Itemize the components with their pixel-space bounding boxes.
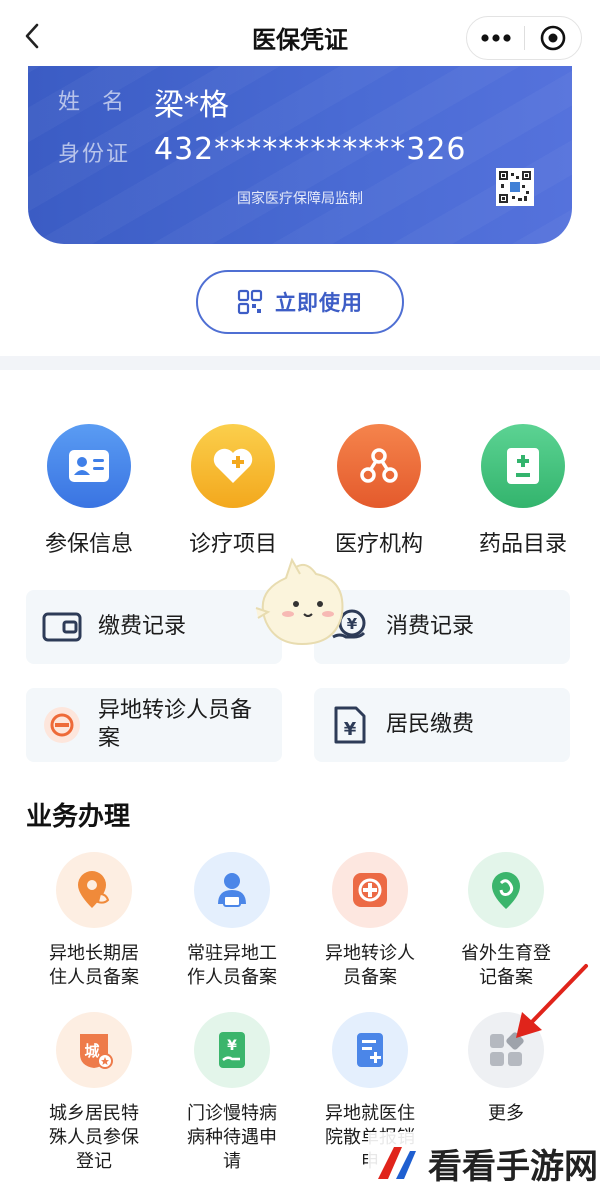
svg-text:城: 城 <box>84 1042 99 1060</box>
svg-text:¥: ¥ <box>344 719 357 740</box>
service-long-term-residence[interactable]: 异地长期居 住人员备案 <box>26 852 162 990</box>
annotation-arrow-icon <box>516 964 588 1038</box>
qr-scan-icon <box>237 289 263 315</box>
plus-minus-icon <box>481 424 565 508</box>
insurance-card: 姓名 梁*格 身份证 432************326 国家医疗保障局监制 <box>28 66 572 244</box>
section-divider <box>0 356 600 370</box>
service-label-line2: 住人员备案 <box>49 967 139 988</box>
service-label-line1: 异地转诊人 <box>325 943 415 964</box>
card-footnote: 国家医疗保障局监制 <box>237 191 363 207</box>
service-special-enrollment[interactable]: 城 城乡居民特 殊人员参保 登记 <box>26 1012 162 1174</box>
tile-payment-records[interactable]: 缴费记录 <box>26 590 282 664</box>
id-card-icon <box>47 424 131 508</box>
section-title: 业务办理 <box>26 802 131 832</box>
tile-label-line1: 异地转诊人员备 <box>98 698 253 723</box>
network-icon <box>337 424 421 508</box>
wallet-icon <box>40 605 84 649</box>
yuan-doc-icon: ¥ <box>328 703 372 747</box>
main-item-insurance-info[interactable]: 参保信息 <box>14 420 164 558</box>
service-label-line3: 请 <box>223 1151 241 1172</box>
name-value: 梁*格 <box>154 88 229 123</box>
watermark: 看看手游网 <box>368 1132 600 1194</box>
main-item-drug-catalog[interactable]: 药品目录 <box>448 420 598 558</box>
target-icon <box>540 25 566 51</box>
main-label: 参保信息 <box>44 532 133 557</box>
more-button[interactable] <box>467 17 524 59</box>
service-label-line2: 病种待遇申 <box>187 1127 277 1148</box>
tile-label: 消费记录 <box>386 614 475 639</box>
main-label: 药品目录 <box>478 532 567 557</box>
id-label: 身份证 <box>58 142 131 167</box>
svg-text:¥: ¥ <box>227 1038 237 1054</box>
service-label-line1: 城乡居民特 <box>49 1103 139 1124</box>
transfer-icon <box>40 703 84 747</box>
main-functions: 参保信息 诊疗项目 医疗机构 药品目录 <box>0 420 600 560</box>
city-badge-icon: 城 <box>56 1012 132 1088</box>
id-value: 432************326 <box>154 132 467 167</box>
close-button[interactable] <box>525 17 581 59</box>
service-chronic-disease[interactable]: ¥ 门诊慢特病 病种待遇申 请 <box>164 1012 300 1174</box>
service-label-line1: 异地就医住 <box>325 1103 415 1124</box>
baby-pin-icon <box>468 852 544 928</box>
qr-code-icon[interactable] <box>496 168 534 206</box>
medical-cross-icon <box>332 852 408 928</box>
tile-label: 异地转诊人员备 案 <box>98 697 252 753</box>
main-item-institutions[interactable]: 医疗机构 <box>304 420 454 558</box>
service-label-line1: 常驻异地工 <box>187 943 277 964</box>
mascot-icon <box>255 557 344 646</box>
heart-plus-icon <box>191 424 275 508</box>
tile-resident-payment[interactable]: ¥ 居民缴费 <box>314 688 570 762</box>
service-resident-worker[interactable]: 常驻异地工 作人员备案 <box>164 852 300 990</box>
use-now-label: 立即使用 <box>275 291 363 315</box>
tile-label-line2: 案 <box>98 726 121 751</box>
tile-referral-filing[interactable]: 异地转诊人员备 案 <box>26 688 282 762</box>
service-referral[interactable]: 异地转诊人 员备案 <box>302 852 438 990</box>
service-label-line3: 登记 <box>76 1151 112 1172</box>
tile-label: 缴费记录 <box>98 614 187 639</box>
watermark-text: 看看手游网 <box>428 1146 598 1187</box>
name-label: 姓名 <box>58 90 147 115</box>
service-label-line1: 门诊慢特病 <box>187 1103 277 1124</box>
yuan-hand-doc-icon: ¥ <box>194 1012 270 1088</box>
service-label-line2: 作人员备案 <box>187 967 277 988</box>
worker-icon <box>194 852 270 928</box>
location-phone-icon <box>56 852 132 928</box>
top-bar: 医保凭证 <box>0 0 600 72</box>
main-item-treatment[interactable]: 诊疗项目 <box>158 420 308 558</box>
watermark-logo-icon <box>378 1147 416 1179</box>
service-label-line1: 异地长期居 <box>49 943 139 964</box>
service-label-line2: 殊人员参保 <box>49 1127 139 1148</box>
service-label-line2: 员备案 <box>343 967 397 988</box>
tile-label: 居民缴费 <box>386 712 475 737</box>
more-dots-icon <box>480 34 511 42</box>
mini-program-capsule <box>466 16 582 60</box>
doc-plus-icon <box>332 1012 408 1088</box>
service-label-line1: 更多 <box>488 1103 524 1124</box>
use-now-button[interactable]: 立即使用 <box>196 270 404 334</box>
